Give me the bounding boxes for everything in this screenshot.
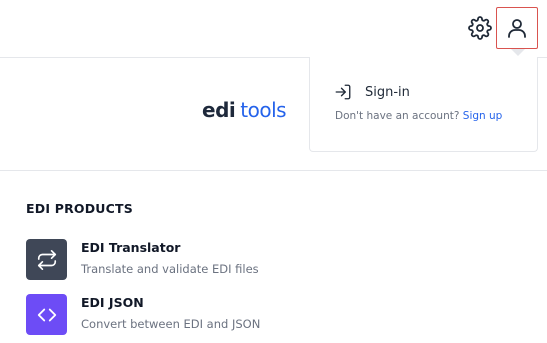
swap-arrows-icon	[26, 239, 67, 280]
dropdown-caret	[511, 49, 525, 56]
product-edi-translator[interactable]: EDI Translator Translate and validate ED…	[26, 239, 259, 280]
logo-text-tools: tools	[240, 98, 287, 122]
edi-tools-logo[interactable]: edi tools	[202, 98, 287, 122]
top-bar	[0, 0, 547, 58]
product-name: EDI Translator	[81, 240, 181, 255]
user-icon	[508, 19, 526, 38]
sign-in-label: Sign-in	[365, 84, 410, 100]
divider	[0, 170, 547, 171]
account-button[interactable]	[496, 7, 538, 56]
sign-up-link[interactable]: Sign up	[463, 110, 503, 122]
product-description: Convert between EDI and JSON	[81, 317, 261, 331]
product-description: Translate and validate EDI files	[81, 262, 259, 276]
product-name: EDI JSON	[81, 295, 144, 310]
no-account-label: Don't have an account?	[335, 110, 460, 122]
sign-in-link[interactable]: Sign-in	[334, 83, 410, 101]
gear-icon[interactable]	[468, 16, 492, 40]
logo-text-edi: edi	[202, 98, 236, 122]
no-account-text: Don't have an account? Sign up	[335, 110, 502, 122]
product-edi-json[interactable]: EDI JSON Convert between EDI and JSON	[26, 294, 260, 335]
account-dropdown: Sign-in Don't have an account? Sign up	[309, 57, 538, 152]
code-brackets-icon	[26, 294, 67, 335]
sign-in-icon	[335, 84, 351, 100]
section-title: EDI PRODUCTS	[26, 201, 133, 216]
